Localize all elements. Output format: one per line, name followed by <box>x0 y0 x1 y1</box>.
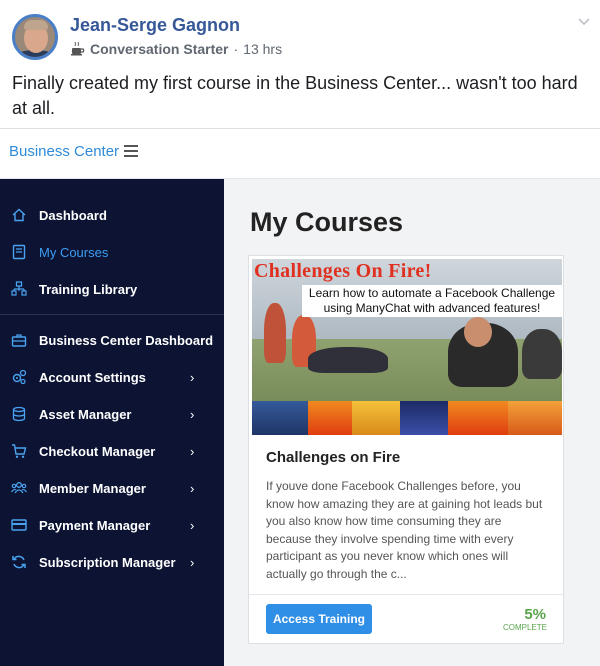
course-description: If youve done Facebook Challenges before… <box>266 479 543 581</box>
sidebar-item-dashboard[interactable]: Dashboard <box>0 200 224 230</box>
chevron-down-icon[interactable] <box>577 14 591 28</box>
sidebar-item-label: Checkout Manager <box>39 443 156 459</box>
sidebar-item-training-library[interactable]: Training Library <box>0 274 224 304</box>
sidebar-item-checkout-manager[interactable]: Checkout Manager › <box>0 436 224 466</box>
coffee-cup-icon <box>70 41 86 57</box>
sidebar-item-account-settings[interactable]: Account Settings › <box>0 362 224 392</box>
gears-icon <box>12 369 27 385</box>
post-time[interactable]: 13 hrs <box>243 41 282 57</box>
sidebar-item-label: Business Center Dashboard <box>39 332 214 348</box>
post-text: Finally created my first course in the B… <box>12 73 578 118</box>
sidebar-item-label: Account Settings <box>39 369 146 385</box>
course-card[interactable]: Challenges On Fire! Learn how to automat… <box>248 255 564 644</box>
chevron-right-icon: › <box>190 443 195 459</box>
sidebar-item-label: My Courses <box>39 244 109 260</box>
app-brand[interactable]: Business Center <box>9 143 119 160</box>
chevron-right-icon: › <box>190 554 195 570</box>
sync-icon <box>12 555 26 569</box>
access-training-button[interactable]: Access Training <box>266 604 372 634</box>
post-meta: Conversation Starter · 13 hrs <box>70 41 282 57</box>
page-title: My Courses <box>250 207 404 237</box>
sidebar-divider <box>0 314 224 315</box>
card-divider <box>249 594 563 595</box>
hamburger-menu-icon[interactable] <box>124 145 138 157</box>
chevron-right-icon: › <box>190 369 195 385</box>
course-name: Challenges on Fire <box>266 449 401 466</box>
chevron-right-icon: › <box>190 480 195 496</box>
credit-card-icon <box>11 519 27 531</box>
sidebar: Dashboard My Courses Training Library Bu… <box>0 179 224 666</box>
sidebar-item-member-manager[interactable]: Member Manager › <box>0 473 224 503</box>
sidebar-item-subscription-manager[interactable]: Subscription Manager › <box>0 547 224 577</box>
sidebar-item-label: Payment Manager <box>39 517 151 533</box>
users-icon <box>11 482 27 494</box>
sidebar-item-business-center-dashboard[interactable]: Business Center Dashboard <box>0 325 224 355</box>
sidebar-item-label: Subscription Manager <box>39 554 176 570</box>
course-thumbnail[interactable]: Challenges On Fire! Learn how to automat… <box>252 259 562 435</box>
book-icon <box>12 244 26 260</box>
thumbnail-headline: Challenges On Fire! <box>254 260 432 282</box>
embedded-screenshot[interactable]: Business Center Dashboard My Courses Tra… <box>0 128 600 666</box>
progress-percent: 5% <box>524 606 546 623</box>
sidebar-item-my-courses[interactable]: My Courses <box>0 237 224 267</box>
sidebar-item-asset-manager[interactable]: Asset Manager › <box>0 399 224 429</box>
main-content: My Courses Challenges On Fire! Learn how… <box>224 179 600 666</box>
sidebar-item-payment-manager[interactable]: Payment Manager › <box>0 510 224 540</box>
progress-label: COMPLETE <box>502 623 547 632</box>
cart-icon <box>12 444 27 458</box>
author-avatar[interactable] <box>12 14 58 60</box>
post-header: Jean-Serge Gagnon Conversation Starter ·… <box>0 0 600 70</box>
database-icon <box>12 406 26 422</box>
badge-label: Conversation Starter <box>90 41 229 57</box>
app-topbar: Business Center <box>0 129 600 179</box>
sidebar-item-label: Training Library <box>39 281 138 297</box>
briefcase-icon <box>11 334 27 347</box>
chevron-right-icon: › <box>190 406 195 422</box>
hierarchy-icon <box>11 281 27 296</box>
author-name[interactable]: Jean-Serge Gagnon <box>70 15 240 36</box>
sidebar-item-label: Dashboard <box>39 207 107 223</box>
meta-separator: · <box>233 41 239 57</box>
sidebar-item-label: Asset Manager <box>39 406 132 422</box>
thumbnail-subtitle: Learn how to automate a Facebook Challen… <box>302 285 562 317</box>
home-icon <box>12 208 26 222</box>
chevron-right-icon: › <box>190 517 195 533</box>
sidebar-item-label: Member Manager <box>39 480 146 496</box>
